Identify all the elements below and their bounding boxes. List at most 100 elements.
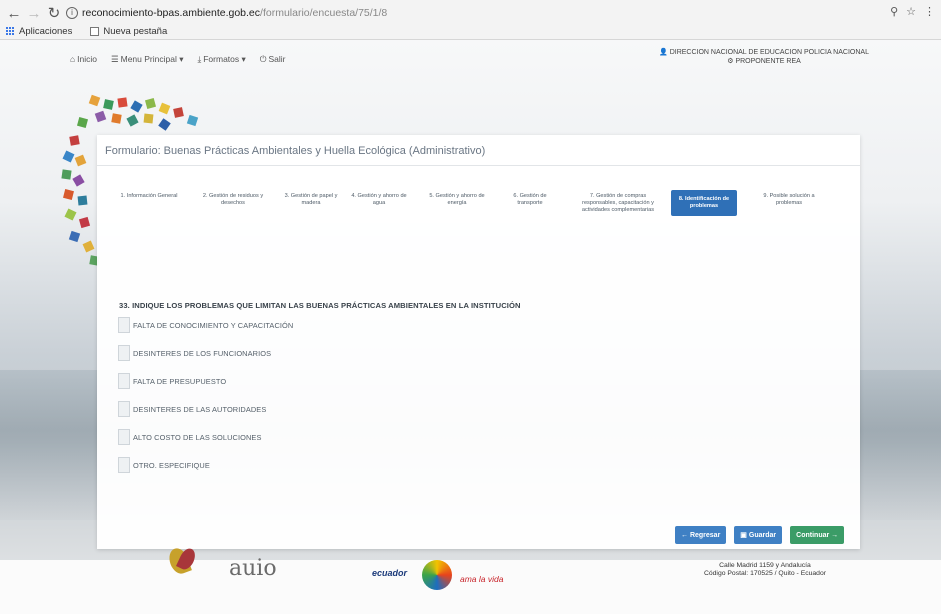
back-button[interactable]: ← Regresar [675,526,727,544]
step-label: 4. Gestión y ahorro de agua [351,193,407,206]
address-line: Código Postal: 170525 / Quito - Ecuador [703,570,827,577]
mosaic-tile [61,169,72,180]
back-arrow-icon[interactable]: ← [6,6,22,22]
page-body: ⌂ Inicio ☰ Menu Principal ▾ ⤓ Formatos ▾ ⏻ S… [0,40,941,614]
option-item[interactable]: DESINTERES DE LAS AUTORIDADES [118,399,418,419]
step-label: 9. Posible solución a problemas [763,193,815,206]
save-button[interactable]: ▣ Guardar [734,526,783,544]
mosaic-tile [82,240,95,253]
browser-chrome: ← → ↻ i reconocimiento-bpas.ambiente.gob… [0,0,941,40]
checkbox[interactable] [118,317,130,333]
option-label: OTRO. ESPECIFIQUE [133,460,210,470]
nav-label: Formatos ▾ [203,54,246,64]
forward-arrow-icon[interactable]: → [26,6,42,22]
bookmark-apps[interactable]: Aplicaciones [6,26,72,37]
address-line: Calle Madrid 1159 y Andalucía [719,562,811,569]
nav-menu-principal[interactable]: ☰ Menu Principal ▾ [111,54,183,65]
step-9[interactable]: 9. Posible solución a problemas [753,193,825,207]
footer-brand-text: auio [229,556,277,581]
bookmarks-bar: Aplicaciones Nueva pestaña [0,23,179,39]
checkbox[interactable] [118,457,130,473]
apps-grid-icon [6,26,15,36]
download-icon: ⤓ [197,54,202,64]
reload-icon[interactable]: ↻ [46,6,62,22]
step-label: 3. Gestión de papel y madera [284,193,338,206]
nav-label: Salir [268,54,286,64]
gear-icon: ⚙ [727,58,734,65]
mosaic-tile [76,116,89,129]
bookmark-new-tab[interactable]: Nueva pestaña [90,26,167,37]
checkbox[interactable] [118,345,130,361]
option-label: ALTO COSTO DE LAS SOLUCIONES [133,432,262,442]
checkbox[interactable] [118,401,130,417]
step-label: 1. Información General [120,193,178,199]
step-1[interactable]: 1. Información General [113,193,185,200]
mosaic-tile [103,99,114,110]
rainbow-logo-icon [422,560,452,590]
step-label: 5. Gestión y ahorro de energía [429,193,485,206]
mosaic-tile [69,135,80,146]
save-icon: ▣ [740,532,747,539]
nav-formatos[interactable]: ⤓ Formatos ▾ [197,54,245,65]
option-label: FALTA DE PRESUPUESTO [133,376,227,386]
step-label: 7. Gestión de compras responsables, capa… [581,193,655,213]
footer-address: Calle Madrid 1159 y Andalucía Código Pos… [690,562,840,578]
bookmark-star-icon[interactable]: ☆ [906,5,916,18]
step-2[interactable]: 2. Gestión de residuos y desechos [197,193,269,207]
mosaic-tile [88,94,101,107]
form-card: Formulario: Buenas Prácticas Ambientales… [97,135,860,549]
option-item[interactable]: FALTA DE PRESUPUESTO [118,371,418,391]
bookmark-label: Nueva pestaña [103,25,168,37]
mosaic-tile [78,216,91,229]
mosaic-tile [63,189,74,200]
bookmark-label: Aplicaciones [19,25,73,37]
step-3[interactable]: 3. Gestión de papel y madera [279,193,343,207]
url-host: reconocimiento-bpas.ambiente.gob.ec [82,7,261,19]
mosaic-tile [186,114,199,127]
footer-gov-logo: ecuador [372,568,408,578]
user-role: PROPONENTE REA [735,58,801,65]
step-8-active[interactable]: 8. Identificación de problemas [671,190,737,216]
list-icon: ☰ [110,54,119,64]
continue-button[interactable]: Continuar → [790,526,845,544]
checkbox[interactable] [118,429,130,445]
option-item[interactable]: DESINTERES DE LOS FUNCIONARIOS [118,343,418,363]
option-item[interactable]: ALTO COSTO DE LAS SOLUCIONES [118,427,418,447]
mosaic-tile [62,150,75,163]
step-7[interactable]: 7. Gestión de compras responsables, capa… [579,193,657,213]
nav-salir[interactable]: ⏻ Salir [260,54,286,65]
form-title: Formulario: Buenas Prácticas Ambientales… [105,145,486,157]
mosaic-tile [144,97,157,110]
power-icon: ⏻ [259,54,267,64]
zoom-icon[interactable]: ⚲ [890,5,898,18]
url-path: /formulario/encuesta/75/1/8 [260,7,388,19]
mosaic-tile [72,174,85,187]
option-label: DESINTERES DE LAS AUTORIDADES [133,404,267,414]
mosaic-tile [173,107,184,118]
option-item[interactable]: FALTA DE CONOCIMIENTO Y CAPACITACIÓN [118,315,418,335]
step-4[interactable]: 4. Gestión y ahorro de agua [349,193,409,207]
mosaic-tile [126,114,139,127]
nav-label: Inicio [77,54,97,64]
info-icon[interactable]: i [66,7,78,19]
footer-slogan: ama la vida [460,574,504,584]
home-icon: ⌂ [70,54,76,64]
step-label: 6. Gestión de transporte [513,193,547,206]
browser-menu-icon[interactable]: ⋮ [924,5,935,18]
option-label: FALTA DE CONOCIMIENTO Y CAPACITACIÓN [133,320,294,330]
browser-actions: ⚲ ☆ ⋮ [890,5,935,18]
page-icon [90,26,100,36]
action-buttons: ← Regresar ▣ Guardar Continuar → [675,526,845,544]
step-label: 2. Gestión de residuos y desechos [202,193,264,206]
step-5[interactable]: 5. Gestión y ahorro de energía [425,193,489,207]
checkbox[interactable] [118,373,130,389]
address-bar[interactable]: i reconocimiento-bpas.ambiente.gob.ec /f… [66,4,886,22]
divider [97,165,860,166]
mosaic-tile [158,118,171,131]
nav-inicio[interactable]: ⌂ Inicio [70,54,97,65]
user-info[interactable]: 👤 DIRECCION NACIONAL DE EDUCACION POLICI… [654,48,874,66]
option-item[interactable]: OTRO. ESPECIFIQUE [118,455,418,475]
mosaic-tile [130,100,143,113]
mosaic-tile [117,97,128,108]
step-6[interactable]: 6. Gestión de transporte [501,193,559,207]
